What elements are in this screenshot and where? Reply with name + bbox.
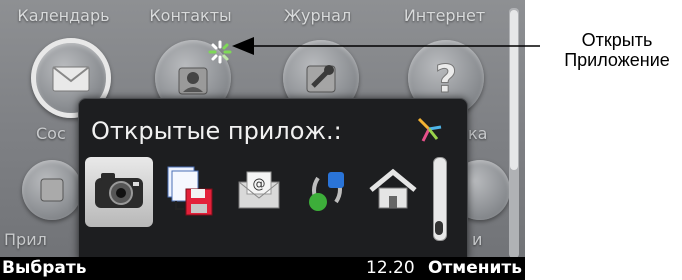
annotation-line-2: Приложение (564, 50, 670, 70)
annotation-line-1: Открыть (581, 30, 653, 50)
annotation-label: Открыть Приложение (553, 30, 681, 70)
